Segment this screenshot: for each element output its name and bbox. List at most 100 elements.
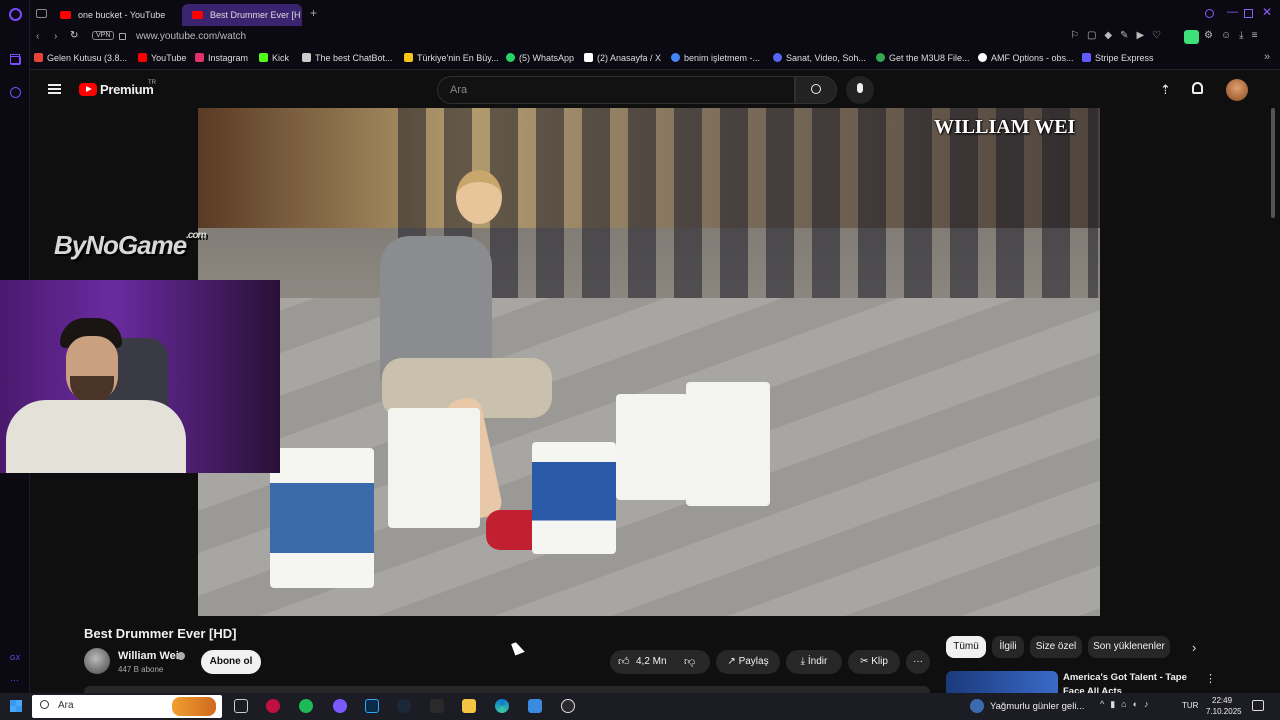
history-icon[interactable]	[10, 87, 21, 98]
video-player[interactable]: WILLIAM WEI	[198, 108, 1100, 616]
bookmark-kick[interactable]: Kick	[259, 53, 289, 63]
clock-time[interactable]: 22:49	[1212, 696, 1232, 705]
reload-icon[interactable]: ↻	[70, 30, 78, 41]
maximize-button[interactable]	[1244, 9, 1253, 18]
bookmark-youtube[interactable]: YouTube	[138, 53, 186, 63]
like-count[interactable]: 4,2 Mn	[636, 656, 667, 667]
tab-one-bucket[interactable]: one bucket - YouTube	[50, 4, 180, 26]
close-button[interactable]: ✕	[1262, 5, 1272, 19]
search-button[interactable]	[795, 76, 837, 104]
whatsapp-icon	[506, 53, 515, 62]
edge-icon[interactable]	[495, 699, 509, 713]
opera-logo-icon[interactable]	[9, 8, 22, 21]
youtube-favicon-icon	[192, 11, 203, 19]
chip-for-you[interactable]: Size özel	[1030, 636, 1082, 658]
chip-recent[interactable]: Son yüklenenler	[1088, 636, 1170, 658]
search-tabs-icon[interactable]	[1205, 9, 1214, 18]
bookmark-amf[interactable]: AMF Options - obs...	[978, 53, 1074, 63]
forward-icon[interactable]: ›	[54, 31, 57, 42]
bell-icon[interactable]	[1192, 82, 1203, 94]
avatar[interactable]	[1226, 79, 1248, 101]
notifications-icon[interactable]	[1252, 700, 1264, 711]
start-icon[interactable]	[10, 700, 22, 712]
bookmark-sanat[interactable]: Sanat, Video, Soh...	[773, 53, 866, 63]
discord-icon	[773, 53, 782, 62]
taskbar-search[interactable]: Ara	[32, 695, 222, 718]
share-button[interactable]: ↗ Paylaş	[716, 650, 780, 674]
task-view-icon[interactable]	[234, 699, 248, 713]
photoshop-icon[interactable]	[365, 699, 379, 713]
language-indicator[interactable]: TUR	[1182, 701, 1198, 710]
minimize-button[interactable]: —	[1227, 6, 1238, 18]
taskbar-search-placeholder: Ara	[58, 700, 74, 711]
extension-active-icon[interactable]	[1184, 30, 1199, 44]
rec-title-line2[interactable]: Face All Acts	[1063, 685, 1122, 693]
spotify-icon[interactable]	[299, 699, 313, 713]
bucket-blue	[532, 442, 616, 554]
description-box[interactable]	[84, 686, 930, 693]
back-icon[interactable]: ‹	[36, 31, 39, 42]
store-icon[interactable]	[528, 699, 542, 713]
bucket-front-left	[270, 448, 374, 588]
bookmark-business[interactable]: benim işletmem -...	[671, 53, 760, 63]
bucket-right-2	[686, 382, 770, 506]
stripe-icon	[1082, 53, 1091, 62]
clock-date[interactable]: 7.10.2025	[1206, 707, 1242, 716]
download-button[interactable]: ⤓ İndir	[786, 650, 842, 674]
bookmark-gmail[interactable]: Gelen Kutusu (3.8...	[34, 53, 127, 63]
new-tab-button[interactable]: +	[310, 6, 317, 20]
mic-button[interactable]	[846, 76, 874, 104]
upload-icon[interactable]: ⇡	[1160, 82, 1171, 98]
steam-icon[interactable]	[397, 699, 411, 713]
watermark-logo: ByNoGame.com	[54, 230, 207, 260]
subscribe-button[interactable]: Abone ol	[201, 650, 261, 674]
rec-thumbnail[interactable]	[946, 671, 1058, 693]
epic-games-icon[interactable]	[430, 699, 444, 713]
url-field[interactable]: www.youtube.com/watch	[136, 31, 246, 42]
menu-icon[interactable]	[48, 84, 61, 94]
file-explorer-icon[interactable]	[462, 699, 476, 713]
bucket-seat	[388, 408, 480, 528]
bookmark-whatsapp[interactable]: (5) WhatsApp	[506, 53, 574, 63]
tab-label: Best Drummer Ever [H	[210, 10, 301, 20]
tab-best-drummer[interactable]: Best Drummer Ever [H	[182, 4, 302, 26]
rec-title[interactable]: America's Got Talent - Tape	[1063, 672, 1187, 683]
chevron-right-icon[interactable]: ›	[1192, 640, 1196, 655]
channel-avatar[interactable]	[84, 648, 110, 674]
tab-list-icon[interactable]	[36, 9, 47, 18]
youtube-logo-icon[interactable]	[79, 83, 97, 96]
m3u8-icon	[876, 53, 885, 62]
more-actions-button[interactable]: ···	[906, 650, 930, 674]
clip-button[interactable]: ✂ Klip	[848, 650, 900, 674]
video-title: Best Drummer Ever [HD]	[84, 626, 237, 641]
weather-text[interactable]: Yağmurlu günler geli...	[990, 701, 1084, 712]
obs-icon[interactable]	[561, 699, 575, 713]
rec-menu-icon[interactable]: ⋮	[1205, 672, 1216, 685]
bookmark-turkiye[interactable]: Türkiye'nin En Büy...	[404, 53, 499, 63]
like-icon[interactable]: 👍︎	[618, 655, 630, 668]
page-scrollbar[interactable]	[1271, 108, 1275, 218]
discord-taskbar-icon[interactable]	[333, 699, 347, 713]
bookmark-stripe[interactable]: Stripe Express	[1082, 53, 1154, 63]
weather-icon[interactable]	[970, 699, 984, 713]
bookmark-chatbot[interactable]: The best ChatBot...	[302, 53, 393, 63]
github-icon	[978, 53, 987, 62]
dislike-icon[interactable]: 👎︎	[684, 655, 695, 668]
chip-all[interactable]: Tümü	[946, 636, 986, 658]
logo-text[interactable]: Premium	[100, 82, 154, 97]
vpn-badge[interactable]: VPN	[92, 31, 115, 40]
opera-gx-taskbar-icon[interactable]	[266, 699, 280, 713]
bookmarks-overflow-icon[interactable]: »	[1264, 51, 1270, 63]
channel-name[interactable]: William Wei	[118, 650, 179, 662]
kick-icon	[259, 53, 268, 62]
bookmark-x[interactable]: (2) Anasayfa / X	[584, 53, 661, 63]
gx-icon[interactable]: GX	[10, 655, 20, 662]
more-icon[interactable]: ···	[10, 675, 19, 685]
search-input[interactable]: Ara	[437, 76, 795, 104]
tray-icons[interactable]: ^▮⌂◐♪	[1100, 699, 1155, 710]
chip-related[interactable]: İlgili	[992, 636, 1024, 658]
bookmark-instagram[interactable]: Instagram	[195, 53, 248, 63]
apps-icon[interactable]	[10, 54, 20, 64]
tab-bar: one bucket - YouTube Best Drummer Ever […	[30, 0, 1280, 28]
bookmark-m3u8[interactable]: Get the M3U8 File...	[876, 53, 970, 63]
